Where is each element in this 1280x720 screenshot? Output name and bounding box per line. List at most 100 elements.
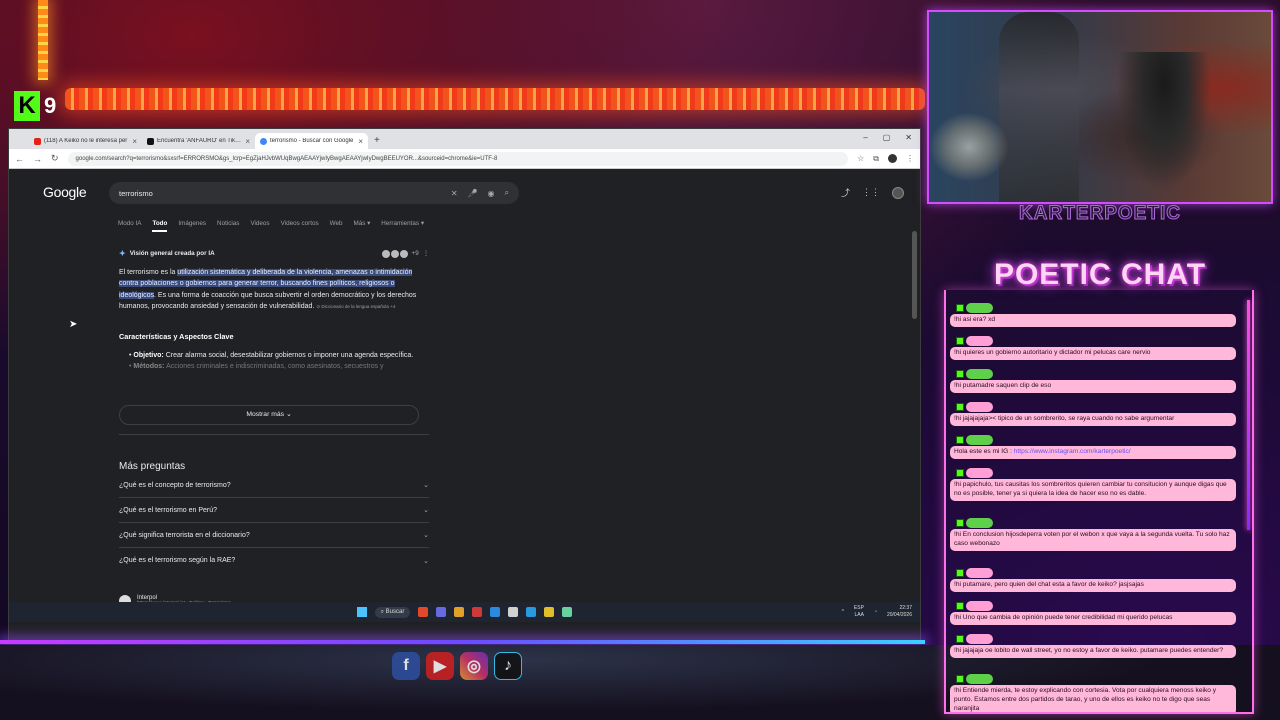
chat-username-pill[interactable] bbox=[966, 567, 993, 578]
share-icon[interactable]: ⤴ bbox=[841, 186, 850, 199]
search-input[interactable]: terrorismo bbox=[119, 189, 441, 198]
faq-item[interactable]: ¿Qué es el concepto de terrorismo? ⌄ bbox=[119, 473, 429, 498]
back-icon[interactable]: ← bbox=[15, 154, 24, 164]
google-logo[interactable]: Google bbox=[43, 184, 87, 200]
chat-user-row bbox=[956, 633, 1236, 644]
tray-chevron-icon[interactable]: ^ bbox=[842, 609, 844, 615]
tab-imagenes[interactable]: Imágenes bbox=[178, 220, 206, 232]
tab-web[interactable]: Web bbox=[330, 220, 343, 232]
source-count[interactable]: +9 bbox=[412, 250, 419, 257]
browser-tab-google[interactable]: terrorismo - Buscar con Google × bbox=[255, 133, 368, 149]
chat-message-text: !hi asi era? xd bbox=[950, 314, 1236, 327]
edge-icon[interactable] bbox=[526, 607, 537, 617]
chat-message: !hi Entiende mierda, te estoy explicando… bbox=[950, 673, 1236, 712]
language-indicator[interactable]: ESP LAA bbox=[854, 605, 864, 619]
close-window-icon[interactable]: ✕ bbox=[905, 133, 912, 142]
taskbar-search[interactable]: ⌕ Buscar bbox=[374, 606, 411, 618]
address-bar[interactable]: google.com/search?q=terrorismo&sxsrf=ERR… bbox=[67, 151, 849, 166]
chat-user-row bbox=[956, 401, 1236, 412]
chat-username-pill[interactable] bbox=[966, 600, 993, 611]
chat-username-pill[interactable] bbox=[966, 335, 993, 346]
tab-videos[interactable]: Videos bbox=[250, 220, 269, 232]
ai-bullet-objetivo: • Objetivo: Crear alarma social, desesta… bbox=[129, 352, 414, 359]
faq-question: ¿Qué es el terrorismo según la RAE? bbox=[119, 557, 236, 564]
apps-grid-icon[interactable]: ⋮⋮ bbox=[862, 187, 880, 198]
tab-mas[interactable]: Más ▾ bbox=[353, 220, 370, 232]
tab-title: (118) A Keiko no le interesa per bbox=[44, 138, 128, 144]
microphone-icon[interactable]: 🎤 bbox=[468, 189, 478, 198]
faq-item[interactable]: ¿Qué es el terrorismo según la RAE? ⌄ bbox=[119, 548, 429, 573]
reload-icon[interactable]: ↻ bbox=[51, 153, 59, 164]
search-box[interactable]: terrorismo ✕ 🎤 ◉ ⌕ bbox=[109, 182, 519, 204]
browser-tab-youtube[interactable]: (118) A Keiko no le interesa per × bbox=[29, 133, 142, 149]
chat-username-pill[interactable] bbox=[966, 302, 993, 313]
chat-message: !hi En conclusion hijosdeperra voten por… bbox=[950, 517, 1236, 551]
close-tab-icon[interactable]: × bbox=[245, 137, 250, 146]
kick-badge-icon bbox=[956, 634, 964, 643]
source-favicons[interactable] bbox=[381, 249, 408, 258]
webcam-person-standing bbox=[999, 12, 1079, 202]
citation-link[interactable]: ⊙ Diccionario de la lengua española +4 bbox=[316, 304, 395, 309]
chat-message-text: !hi Uno que cambia de opinión puede tene… bbox=[950, 612, 1236, 625]
close-tab-icon[interactable]: × bbox=[358, 137, 363, 146]
faq-item[interactable]: ¿Qué es el terrorismo en Perú? ⌄ bbox=[119, 498, 429, 523]
forward-icon[interactable]: → bbox=[33, 154, 42, 164]
chevron-down-icon: ⌄ bbox=[423, 557, 429, 565]
chat-username-pill[interactable] bbox=[966, 467, 993, 478]
tab-herramientas[interactable]: Herramientas ▾ bbox=[381, 220, 424, 232]
account-avatar[interactable] bbox=[892, 186, 904, 199]
minimize-icon[interactable]: – bbox=[863, 133, 867, 142]
app-icon[interactable] bbox=[562, 607, 573, 617]
bullet-label: Objetivo: bbox=[133, 352, 164, 359]
browser-tab-tiktok[interactable]: Encuentra 'ANFAURO' en TikTok × bbox=[142, 133, 255, 149]
chat-username-pill[interactable] bbox=[966, 673, 993, 684]
tab-modo-ia[interactable]: Modo IA bbox=[118, 220, 141, 232]
windows-start-icon[interactable] bbox=[356, 607, 367, 617]
chat-username-pill[interactable] bbox=[966, 368, 993, 379]
clear-icon[interactable]: ✕ bbox=[451, 189, 458, 198]
chat-username-pill[interactable] bbox=[966, 434, 993, 445]
kick-badge-icon bbox=[956, 518, 964, 527]
menu-kebab-icon[interactable]: ⋮ bbox=[906, 154, 914, 163]
search-icon[interactable]: ⌕ bbox=[505, 188, 509, 198]
tab-videos-cortos[interactable]: Videos cortos bbox=[281, 220, 319, 232]
close-tab-icon[interactable]: × bbox=[132, 137, 137, 146]
show-more-button[interactable]: Mostrar más ⌄ bbox=[119, 405, 419, 425]
chrome-icon[interactable] bbox=[454, 607, 465, 617]
app-icon[interactable] bbox=[490, 607, 501, 617]
ai-bullets: • Objetivo: Crear alarma social, desesta… bbox=[129, 350, 419, 373]
chat-message-text: !hi jajajajaja>< tipico de un sombrerito… bbox=[950, 413, 1236, 426]
ai-more-options-icon[interactable]: ⋮ bbox=[423, 250, 429, 257]
webcam-lamp bbox=[929, 112, 1009, 182]
maximize-icon[interactable]: ▢ bbox=[883, 133, 891, 142]
chat-scroll-indicator bbox=[1247, 300, 1250, 530]
page-scrollbar[interactable] bbox=[912, 231, 917, 319]
bookmark-star-icon[interactable]: ☆ bbox=[857, 154, 864, 163]
chat-message-text: !hi quieres un gobierno autoritario y di… bbox=[950, 347, 1236, 360]
store-icon[interactable] bbox=[508, 607, 519, 617]
faq-question: ¿Qué significa terrorista en el dicciona… bbox=[119, 531, 250, 539]
extensions-icon[interactable]: ⧉ bbox=[873, 154, 879, 164]
chat-message: Hola este es mi IG : https://www.instagr… bbox=[950, 434, 1236, 459]
app-icon[interactable] bbox=[418, 607, 429, 617]
app-icon[interactable] bbox=[472, 607, 483, 617]
chat-text: !hi asi era? xd bbox=[954, 316, 996, 323]
faq-question: ¿Qué es el terrorismo en Perú? bbox=[119, 506, 218, 514]
wifi-icon[interactable]: ◔ bbox=[874, 609, 877, 615]
lens-icon[interactable]: ◉ bbox=[488, 189, 495, 198]
new-tab-button[interactable]: + bbox=[374, 135, 380, 146]
tab-noticias[interactable]: Noticias bbox=[217, 220, 239, 232]
chat-username-pill[interactable] bbox=[966, 401, 993, 412]
chat-username-pill[interactable] bbox=[966, 517, 993, 528]
tab-todo[interactable]: Todo bbox=[152, 220, 168, 232]
profile-avatar[interactable] bbox=[888, 154, 897, 163]
faq-item[interactable]: ¿Qué significa terrorista en el dicciona… bbox=[119, 523, 429, 548]
brand-name: KARTERPOETIC bbox=[1019, 203, 1181, 225]
folder-icon[interactable] bbox=[544, 607, 555, 617]
app-icon[interactable] bbox=[436, 607, 447, 617]
faq-question: ¿Qué es el concepto de terrorismo? bbox=[119, 481, 231, 489]
chat-username-pill[interactable] bbox=[966, 633, 993, 644]
clock[interactable]: 22:37 20/04/2026 bbox=[887, 605, 912, 619]
facebook-icon: f bbox=[392, 652, 420, 680]
chat-link[interactable]: https://www.instagram.com/karterpoetic/ bbox=[1014, 448, 1131, 455]
